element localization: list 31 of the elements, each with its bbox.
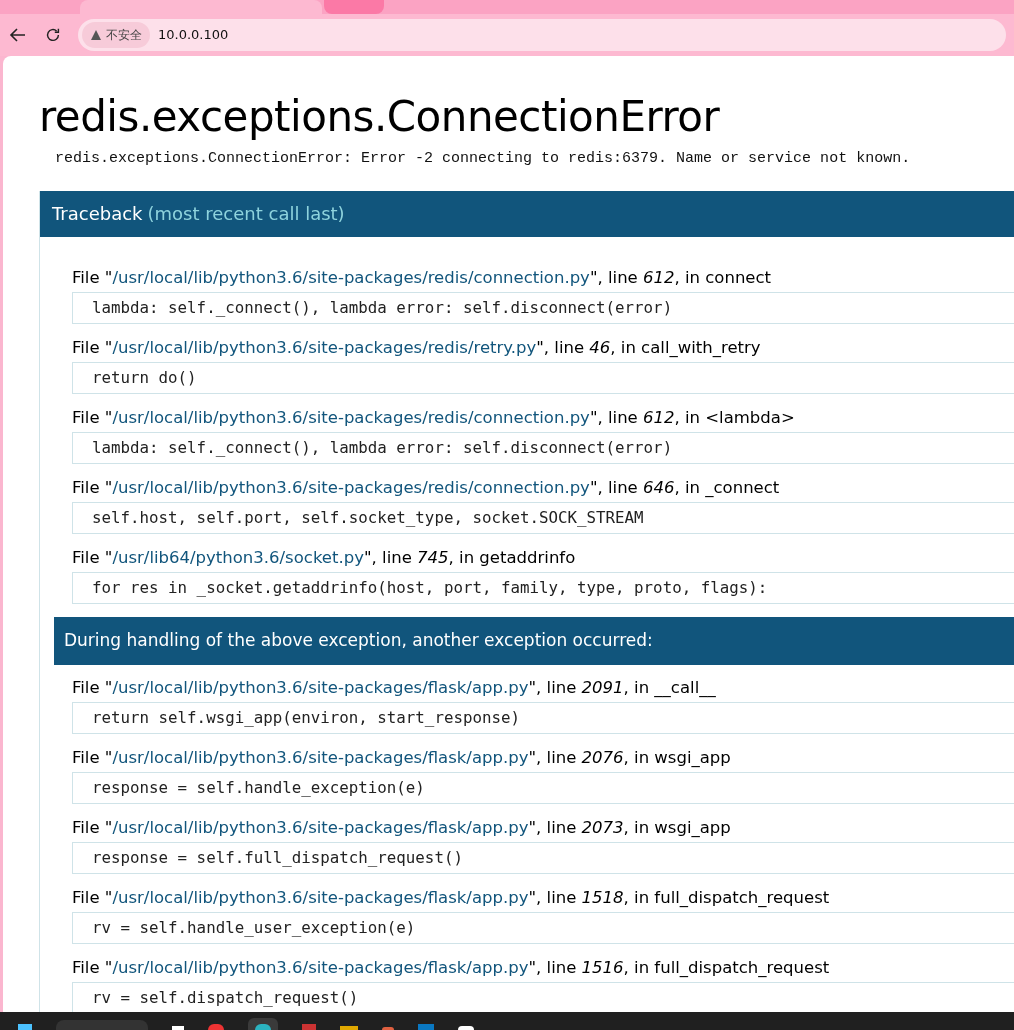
code-line: return do() [72, 361, 1014, 394]
error-title: redis.exceptions.ConnectionError [39, 92, 721, 143]
frame-location: File "/usr/local/lib/python3.6/site-packages/flask/app.py", line 1518, in full_dispatch_request [72, 886, 831, 909]
code-line: self.host, self.port, self.socket_type, socket.SOCK_STREAM [72, 501, 1014, 534]
start-icon[interactable] [18, 1024, 32, 1030]
frame-location: File "/usr/local/lib/python3.6/site-packages/flask/app.py", line 2076, in wsgi_app [72, 746, 732, 769]
code-line: response = self.handle_exception(e) [72, 771, 1014, 804]
code-line: rv = self.handle_user_exception(e) [72, 911, 1014, 944]
frame-location: File "/usr/local/lib/python3.6/site-packages/redis/connection.py", line 646, in _connect [72, 476, 781, 499]
frame-location: File "/usr/local/lib/python3.6/site-packages/flask/app.py", line 1516, in full_dispatch_request [72, 956, 831, 979]
frame-location: File "/usr/local/lib/python3.6/site-packages/redis/connection.py", line 612, in <lambda> [72, 406, 796, 429]
address-text: 10.0.0.100 [158, 26, 229, 45]
security-label: 不安全 [106, 27, 142, 44]
address-bar[interactable]: 不安全 10.0.0.100 [78, 19, 1006, 51]
frame-location: File "/usr/local/lib/python3.6/site-packages/redis/connection.py", line 612, in connect [72, 266, 773, 289]
security-chip[interactable]: 不安全 [82, 22, 150, 48]
frame-location: File "/usr/local/lib/python3.6/site-packages/flask/app.py", line 2073, in wsgi_app [72, 816, 732, 839]
frame-location: File "/usr/local/lib/python3.6/site-packages/flask/app.py", line 2091, in __call__ [72, 676, 717, 699]
warning-icon [90, 29, 102, 41]
chained-exception-header: During handling of the above exception, another exception occurred: [54, 616, 1014, 665]
code-line: for res in _socket.getaddrinfo(host, port, family, type, proto, flags): [72, 571, 1014, 604]
code-line: lambda: self._connect(), lambda error: self.disconnect(error) [72, 431, 1014, 464]
traceback-subtitle: (most recent call last) [147, 202, 345, 227]
code-line: response = self.full_dispatch_request() [72, 841, 1014, 874]
reload-icon[interactable] [44, 26, 62, 44]
code-line: lambda: self._connect(), lambda error: self.disconnect(error) [72, 291, 1014, 324]
frame-location: File "/usr/lib64/python3.6/socket.py", line 745, in getaddrinfo [72, 546, 577, 569]
code-line: return self.wsgi_app(environ, start_response) [72, 701, 1014, 734]
traceback-title: Traceback [52, 202, 143, 227]
error-message: redis.exceptions.ConnectionError: Error -2 connecting to redis:6379. Name or service not known. [55, 149, 912, 170]
frame-location: File "/usr/local/lib/python3.6/site-packages/redis/retry.py", line 46, in call_with_retry [72, 336, 762, 359]
